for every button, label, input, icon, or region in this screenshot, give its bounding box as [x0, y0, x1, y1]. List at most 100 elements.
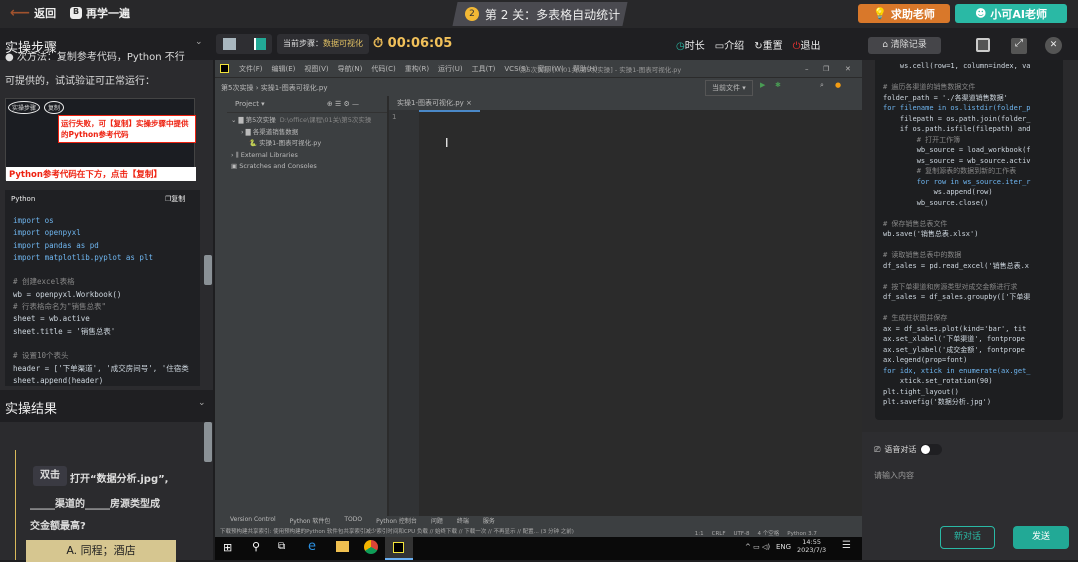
- update-icon[interactable]: ●: [835, 81, 841, 89]
- search-icon[interactable]: ⌕: [820, 81, 824, 90]
- tree-item[interactable]: 🐍 实操1-图表可视化.py: [231, 138, 383, 150]
- menu-item[interactable]: 导航(N): [338, 65, 363, 73]
- breadcrumb-item[interactable]: 实操1-图表可视化.py: [261, 84, 328, 92]
- code-line: if os.path.isfile(filepath) and: [883, 125, 1031, 133]
- voice-chat-icon: ⎚: [874, 444, 881, 454]
- editor[interactable]: 实操1-图表可视化.py × 1 I: [389, 96, 862, 516]
- task-view-icon[interactable]: ⧉: [278, 541, 285, 552]
- code-line: # 遍历各渠道的销售数据文件: [883, 83, 976, 91]
- bottom-tab[interactable]: Python 软件包: [290, 516, 331, 527]
- windows-start-icon[interactable]: ⊞: [223, 541, 232, 554]
- voice-toggle[interactable]: ⎚ 语音对话: [874, 444, 943, 455]
- status-bar: 下载预构建共享索引: 使用预构建的Python 软件包共享索引减少索引时间和CP…: [215, 527, 862, 537]
- layout-right-icon[interactable]: [254, 38, 266, 50]
- current-step: 当前步骤：数据可视化: [277, 34, 369, 54]
- bottom-tab[interactable]: Python 控制台: [376, 516, 417, 527]
- back-button[interactable]: ⟵ 返回: [10, 5, 56, 21]
- close-window-icon[interactable]: ✕: [845, 65, 851, 73]
- tree-item[interactable]: › ⫼ External Libraries: [231, 150, 383, 162]
- code-line: sheet = wb.active: [13, 314, 90, 324]
- copy-button[interactable]: ❐复制: [165, 194, 185, 204]
- new-chat-button[interactable]: 新对话: [940, 526, 995, 549]
- search-icon[interactable]: ⚲: [252, 540, 260, 553]
- guide-callout: 运行失败，可【复制】实操步骤中提供的Python参考代码: [58, 115, 196, 143]
- scrollbar[interactable]: [204, 422, 212, 462]
- menu-item[interactable]: 视图(V): [304, 65, 328, 73]
- project-header[interactable]: Project ▾ ⊕ ☰ ⚙ —: [227, 96, 387, 113]
- double-click-tag: 双击: [33, 466, 67, 486]
- tree-item[interactable]: › ▇ 各渠道销售数据: [231, 127, 383, 139]
- tree-item[interactable]: ▣ Scratches and Consoles: [231, 161, 383, 173]
- run-config-select[interactable]: 当前文件 ▾: [705, 80, 753, 96]
- intro-button[interactable]: ▭介绍: [715, 37, 744, 52]
- code-block: Python ❐复制 import os import openpyxl impor…: [5, 190, 200, 386]
- code-line: for row in ws_source.iter_r: [883, 177, 1031, 186]
- clock[interactable]: 14:55 2023/7/3: [797, 538, 826, 554]
- bottom-tab[interactable]: 终端: [457, 516, 469, 527]
- breadcrumb-item[interactable]: 第5次实操: [221, 84, 253, 92]
- layout-left-icon[interactable]: [223, 38, 236, 50]
- bottom-tab[interactable]: Version Control: [230, 516, 276, 527]
- maximize-icon[interactable]: ❐: [823, 65, 829, 73]
- chevron-down-icon[interactable]: ⌄: [195, 37, 203, 47]
- chat-input[interactable]: 请输入内容: [874, 470, 914, 481]
- tree-item-label: 实操1-图表可视化.py: [259, 139, 322, 147]
- exit-button[interactable]: ⏻退出: [793, 37, 821, 52]
- scrollbar[interactable]: [204, 255, 212, 285]
- chevron-down-icon[interactable]: ⌄: [198, 398, 206, 408]
- menu-item[interactable]: 重构(R): [405, 65, 429, 73]
- menu-item[interactable]: 编辑(E): [272, 65, 296, 73]
- python-file-icon: 🐍: [249, 139, 260, 147]
- close-icon[interactable]: ✕: [1045, 37, 1062, 54]
- menu-item[interactable]: 文件(F): [239, 65, 263, 73]
- option-a-button[interactable]: A. 同程；酒店: [26, 540, 176, 562]
- chrome-icon[interactable]: [364, 540, 378, 554]
- pycharm-taskbar-icon[interactable]: [385, 537, 413, 560]
- menu-item[interactable]: 代码(C): [371, 65, 395, 73]
- reset-button[interactable]: ↻重置: [754, 37, 782, 52]
- code-line: # 保存销售总表文件: [883, 219, 948, 228]
- code-line: # 设置10个表头: [13, 351, 69, 361]
- bottom-tab[interactable]: 问题: [431, 516, 443, 527]
- clear-records-button[interactable]: ⌂ 清除记录: [868, 37, 941, 54]
- tree-item-path: D:\office\课程\01关\第5次实操: [279, 116, 372, 124]
- clock-icon: ◷: [676, 41, 685, 52]
- fullscreen-icon[interactable]: ⤢: [1011, 38, 1027, 54]
- level-badge: 2: [465, 7, 479, 21]
- duration-button[interactable]: ◷时长: [676, 37, 705, 52]
- timer: ⏱ 00:06:05: [373, 36, 453, 51]
- minimize-icon[interactable]: –: [805, 65, 809, 73]
- notification-icon[interactable]: ☰: [842, 540, 851, 551]
- tree-item[interactable]: ⌄ ▇ 第5次实操 D:\office\课程\01关\第5次实操: [231, 115, 383, 127]
- explorer-icon[interactable]: [336, 541, 349, 552]
- bottom-tab[interactable]: TODO: [344, 516, 362, 527]
- stopwatch-icon: ⏱: [373, 36, 388, 51]
- layout-toggle[interactable]: [216, 34, 272, 54]
- code-content: import os import openpyxl import pandas as…: [13, 215, 200, 385]
- ie-icon[interactable]: e: [308, 539, 316, 554]
- toggle-switch[interactable]: [920, 444, 943, 455]
- popout-icon[interactable]: [976, 38, 990, 52]
- project-panel: Project ▾ ⊕ ☰ ⚙ — ⌄ ▇ 第5次实操 D:\office\课程\…: [227, 96, 388, 516]
- menu-item[interactable]: 运行(U): [438, 65, 463, 73]
- robot-icon: ☻: [974, 7, 987, 20]
- send-button[interactable]: 发送: [1013, 526, 1069, 549]
- debug-icon[interactable]: ✱: [775, 81, 781, 89]
- ai-teacher-button[interactable]: ☻ 小可AI老师: [955, 4, 1067, 23]
- run-icon[interactable]: ▶: [760, 81, 765, 89]
- bottom-tab[interactable]: 服务: [483, 516, 495, 527]
- code-line: wb.save('销售总表.xlsx'): [883, 230, 979, 238]
- menu-item[interactable]: 工具(T): [472, 65, 496, 73]
- relearn-button[interactable]: B 再学一遍: [70, 5, 130, 21]
- system-tray-icons[interactable]: ^ ▭ ◁): [745, 543, 770, 551]
- folder-icon: › ▇: [241, 127, 253, 136]
- help-teacher-button[interactable]: 💡 求助老师: [858, 4, 950, 23]
- pycharm-logo-icon: [220, 64, 229, 73]
- language-indicator[interactable]: ENG: [776, 543, 791, 551]
- level-title: 2第 2 关：多表格自动统计: [452, 2, 628, 26]
- code-line: wb_source.close(): [883, 198, 989, 207]
- question-text: 打开“数据分析.jpg”,: [70, 474, 169, 485]
